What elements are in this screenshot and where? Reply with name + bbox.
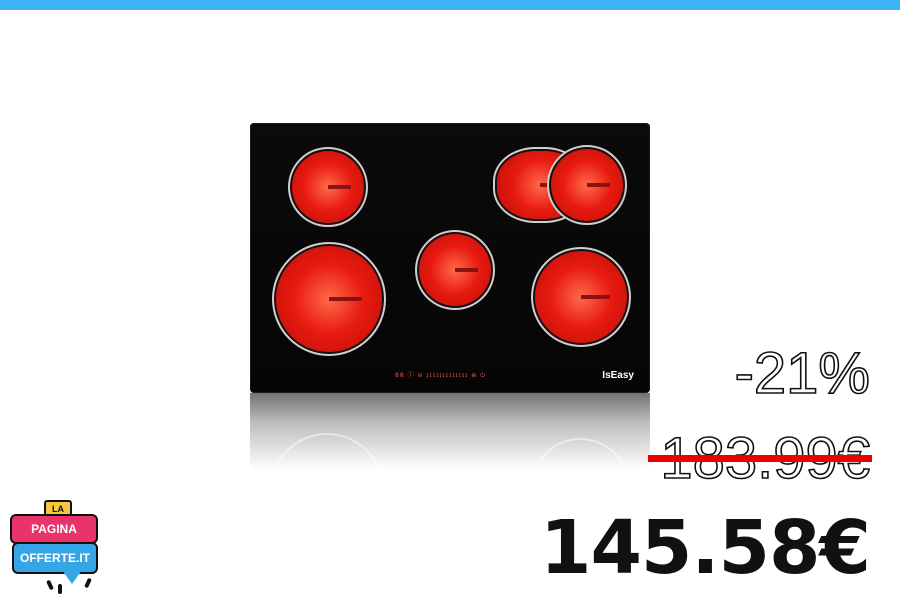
cooking-zone-icon xyxy=(288,147,368,227)
touch-controls: 88 Ⓘ ⊖ ɪɪɪɪɪɪɪɪɪɪɪɪɪ ⊕ ⏻ xyxy=(395,348,535,383)
discount-percentage: -21% xyxy=(734,340,871,407)
product-image: 88 Ⓘ ⊖ ɪɪɪɪɪɪɪɪɪɪɪɪɪ ⊕ ⏻ IsEasy xyxy=(250,123,650,393)
logo-spark xyxy=(46,579,54,591)
logo-icon: LA PAGINA DELLE OFFERTE.IT xyxy=(8,500,100,596)
old-price-strikethrough xyxy=(648,455,872,462)
cooktop-surface: 88 Ⓘ ⊖ ɪɪɪɪɪɪɪɪɪɪɪɪɪ ⊕ ⏻ IsEasy xyxy=(250,123,650,393)
cooking-zone-icon xyxy=(415,230,495,310)
control-strip: 88 Ⓘ ⊖ ɪɪɪɪɪɪɪɪɪɪɪɪɪ ⊕ ⏻ xyxy=(395,372,486,379)
cooking-zone-icon xyxy=(547,145,627,225)
new-price: 145.58€ xyxy=(539,505,871,591)
cooking-zone-icon xyxy=(531,247,631,347)
logo-spark xyxy=(84,577,92,589)
logo-line-2: OFFERTE.IT xyxy=(12,542,98,574)
product-reflection xyxy=(250,393,650,478)
top-accent-bar xyxy=(0,0,900,10)
logo-speech-tail xyxy=(62,570,82,584)
cooking-zone-icon xyxy=(272,242,386,356)
brand-label: IsEasy xyxy=(602,370,634,381)
logo-spark xyxy=(58,584,62,594)
logo-line-1: PAGINA DELLE xyxy=(10,514,98,562)
